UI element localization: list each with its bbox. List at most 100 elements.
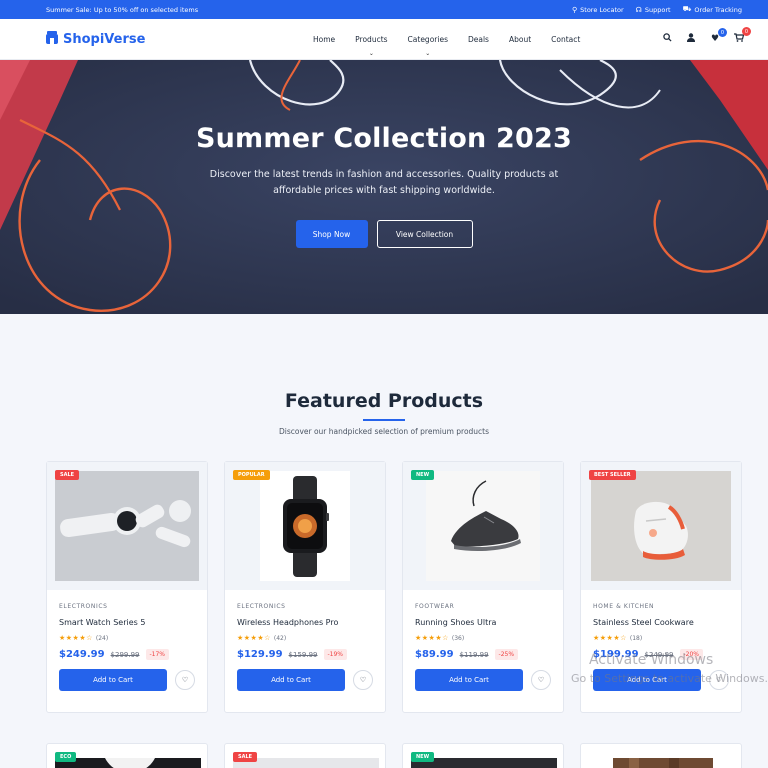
store-locator-label: Store Locator bbox=[580, 5, 624, 14]
chevron-down-icon: ⌄ bbox=[425, 49, 431, 57]
add-to-cart-button[interactable]: Add to Cart bbox=[415, 669, 523, 691]
search-icon[interactable] bbox=[662, 33, 672, 45]
running-shoes-image bbox=[426, 471, 540, 581]
nav-contact[interactable]: Contact bbox=[541, 19, 590, 60]
star-rating-icons: ★★★★☆ bbox=[59, 634, 93, 642]
best-seller-tag: BEST SELLER bbox=[589, 470, 636, 480]
sale-tag: SALE bbox=[233, 752, 258, 762]
view-collection-button[interactable]: View Collection bbox=[376, 220, 473, 248]
product-image bbox=[55, 758, 201, 768]
star-rating-icons: ★★★★☆ bbox=[237, 634, 271, 642]
product-category: FOOTWEAR bbox=[415, 603, 455, 610]
product-rating: ★★★★☆ (18) bbox=[593, 634, 729, 642]
product-card[interactable]: NEW FOOTWEAR Running Shoes Ultra ★★★★☆ (… bbox=[402, 461, 564, 713]
site-header: ShopiVerse Home Products ⌄ Categories ⌄ … bbox=[0, 19, 768, 60]
product-image-area: NEW bbox=[403, 462, 563, 590]
support-link[interactable]: ☊ Support bbox=[636, 6, 671, 14]
product-prices: $89.99 $119.99 -25% bbox=[415, 649, 551, 660]
new-tag: NEW bbox=[411, 752, 435, 762]
eco-tag: ECO bbox=[55, 752, 77, 762]
product-card[interactable] bbox=[580, 743, 742, 768]
product-category: ELECTRONICS bbox=[237, 603, 286, 610]
order-tracking-link[interactable]: ⛟ Order Tracking bbox=[683, 5, 742, 14]
review-count: (18) bbox=[629, 634, 643, 642]
store-icon bbox=[46, 31, 58, 44]
headset-icon: ☊ bbox=[635, 5, 642, 14]
product-image-area: BEST SELLER bbox=[581, 462, 741, 590]
product-actions: Add to Cart ♡ bbox=[59, 669, 195, 691]
user-icon[interactable] bbox=[686, 33, 696, 45]
nav-categories-label: Categories bbox=[407, 34, 448, 44]
hero-content: Summer Collection 2023 Discover the late… bbox=[0, 60, 768, 248]
product-name[interactable]: Stainless Steel Cookware bbox=[593, 618, 729, 627]
nav-about[interactable]: About bbox=[499, 19, 541, 60]
popular-tag: POPULAR bbox=[233, 470, 270, 480]
product-grid-row-2: ECO SALE NEW bbox=[0, 743, 768, 768]
new-tag: NEW bbox=[411, 470, 435, 480]
heart-icon: ♥ bbox=[710, 34, 720, 44]
sale-tag: SALE bbox=[55, 470, 80, 480]
product-info: FOOTWEAR Running Shoes Ultra ★★★★☆ (36) … bbox=[403, 590, 563, 691]
section-title: Featured Products bbox=[284, 390, 484, 412]
product-name[interactable]: Wireless Headphones Pro bbox=[237, 618, 373, 627]
cart-button[interactable]: 0 bbox=[734, 27, 751, 45]
promo-bar: Summer Sale: Up to 50% off on selected i… bbox=[0, 0, 768, 19]
product-card[interactable]: POPULAR ELECTRONICS Wireless Headphones … bbox=[224, 461, 386, 713]
hero-title: Summer Collection 2023 bbox=[195, 123, 573, 154]
logo[interactable]: ShopiVerse bbox=[46, 31, 256, 47]
location-pin-icon: ⚲ bbox=[572, 5, 578, 14]
cookware-product-image bbox=[591, 471, 731, 581]
nav-products[interactable]: Products ⌄ bbox=[345, 19, 397, 60]
current-price: $129.99 bbox=[237, 649, 283, 660]
product-name[interactable]: Running Shoes Ultra bbox=[415, 618, 551, 627]
shop-now-button[interactable]: Shop Now bbox=[295, 220, 368, 248]
featured-section: Featured Products Discover our handpicke… bbox=[0, 314, 768, 436]
nav-home[interactable]: Home bbox=[303, 19, 345, 60]
original-price: $119.99 bbox=[459, 650, 489, 659]
hero-subtitle: Discover the latest trends in fashion an… bbox=[209, 169, 559, 196]
promo-text: Summer Sale: Up to 50% off on selected i… bbox=[46, 5, 199, 14]
add-to-cart-button[interactable]: Add to Cart bbox=[59, 669, 167, 691]
review-count: (24) bbox=[95, 634, 109, 642]
nav-products-label: Products bbox=[355, 34, 388, 44]
product-info: ELECTRONICS Smart Watch Series 5 ★★★★☆ (… bbox=[47, 590, 207, 691]
product-card[interactable]: ECO bbox=[46, 743, 208, 768]
review-count: (36) bbox=[451, 634, 465, 642]
smart-watch-image bbox=[55, 471, 199, 581]
nav-categories[interactable]: Categories ⌄ bbox=[398, 19, 458, 60]
product-category: ELECTRONICS bbox=[59, 603, 108, 610]
watermark-subtitle: Go to Settings to activate Windows. bbox=[570, 672, 768, 685]
support-label: Support bbox=[644, 5, 671, 14]
add-to-cart-button[interactable]: Add to Cart bbox=[237, 669, 345, 691]
wishlist-button[interactable]: ♥ 0 bbox=[710, 28, 727, 44]
product-name[interactable]: Smart Watch Series 5 bbox=[59, 618, 195, 627]
product-rating: ★★★★☆ (36) bbox=[415, 634, 551, 642]
cart-count-badge: 0 bbox=[742, 27, 751, 36]
product-prices: $129.99 $159.99 -19% bbox=[237, 649, 373, 660]
star-rating-icons: ★★★★☆ bbox=[593, 634, 627, 642]
section-subtitle: Discover our handpicked selection of pre… bbox=[278, 427, 490, 436]
star-rating-icons: ★★★★☆ bbox=[415, 634, 449, 642]
order-tracking-label: Order Tracking bbox=[694, 5, 742, 14]
hero-buttons: Shop Now View Collection bbox=[0, 220, 768, 248]
wishlist-heart-icon[interactable]: ♡ bbox=[175, 670, 195, 690]
original-price: $299.99 bbox=[110, 650, 140, 659]
title-underline bbox=[363, 419, 405, 421]
main-nav: Home Products ⌄ Categories ⌄ Deals About… bbox=[303, 19, 590, 60]
nav-deals[interactable]: Deals bbox=[458, 19, 499, 60]
product-card[interactable]: SALE ELECTRONICS Smart Watch Series 5 ★★… bbox=[46, 461, 208, 713]
logo-text: ShopiVerse bbox=[63, 31, 146, 47]
review-count: (42) bbox=[273, 634, 287, 642]
product-card[interactable]: NEW bbox=[402, 743, 564, 768]
product-prices: $249.99 $299.99 -17% bbox=[59, 649, 195, 660]
wishlist-heart-icon[interactable]: ♡ bbox=[353, 670, 373, 690]
chevron-down-icon: ⌄ bbox=[368, 49, 374, 57]
product-category: HOME & KITCHEN bbox=[593, 603, 655, 610]
wishlist-heart-icon[interactable]: ♡ bbox=[531, 670, 551, 690]
store-locator-link[interactable]: ⚲ Store Locator bbox=[572, 6, 624, 14]
product-rating: ★★★★☆ (24) bbox=[59, 634, 195, 642]
windows-activation-watermark: Activate Windows Go to Settings to activ… bbox=[571, 652, 768, 685]
product-card[interactable]: SALE bbox=[224, 743, 386, 768]
hero-banner: Summer Collection 2023 Discover the late… bbox=[0, 60, 768, 314]
header-actions: ♥ 0 0 bbox=[662, 27, 751, 45]
